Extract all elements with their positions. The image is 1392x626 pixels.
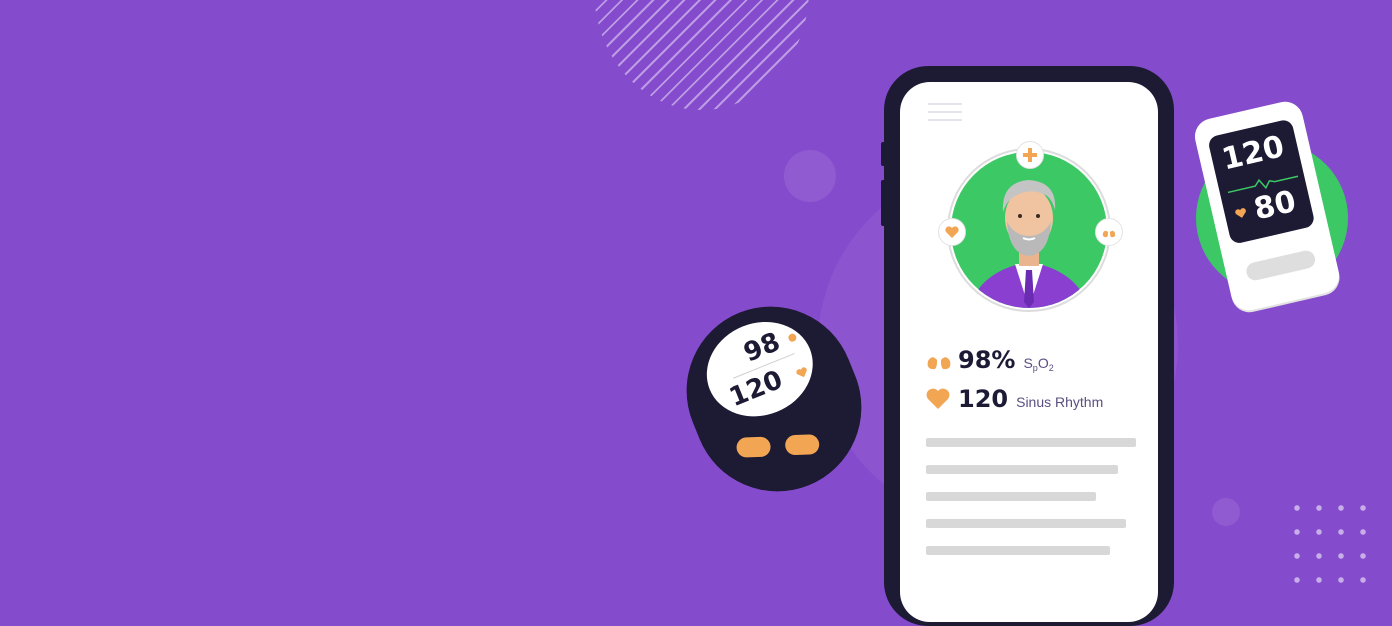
bp-start-button[interactable] [1244,248,1317,283]
plus-icon[interactable] [1016,141,1044,169]
spo2-label: SpO2 [1023,355,1054,373]
heart-rate-value: 120 [958,385,1009,413]
doctor-avatar-illustration [969,180,1089,308]
text-placeholder-line [926,438,1136,447]
oximeter-button-right[interactable] [784,434,820,456]
oximeter-pulse: 120 [725,364,787,414]
bp-screen: 120 80 [1207,118,1316,245]
dot-grid-decoration [1286,496,1366,588]
heart-rate-label: Sinus Rhythm [1016,394,1104,410]
small-dotted-circle [784,150,836,202]
bp-diastolic: 80 [1250,183,1300,228]
oximeter-button-left[interactable] [736,436,771,458]
heart-rate-stat: 120 Sinus Rhythm [926,385,1103,413]
blood-pressure-monitor: 120 80 [1191,98,1343,314]
text-placeholder-line [926,465,1118,474]
lungs-icon[interactable] [1095,218,1123,246]
heart-icon [926,388,950,409]
text-placeholder-line [926,546,1110,555]
heart-icon [1235,208,1246,218]
lungs-icon [927,350,951,370]
small-lungs-icon [788,333,797,342]
text-placeholder-line [926,519,1126,528]
text-placeholder-line [926,492,1096,501]
spo2-stat: 98% SpO2 [926,346,1054,374]
hatched-circle-decoration [594,0,809,110]
page: { "colors": { "background": "#854bcd", "… [0,0,1392,626]
heart-icon[interactable] [938,218,966,246]
avatar [951,152,1107,308]
oximeter-spo2: 98 [739,327,785,369]
tiny-circle [1212,498,1240,526]
menu-icon[interactable] [928,103,962,127]
small-heart-icon [796,367,807,378]
oximeter-screen: 98 120 [692,306,828,433]
spo2-value: 98% [958,346,1016,374]
bp-systolic: 120 [1218,129,1288,178]
